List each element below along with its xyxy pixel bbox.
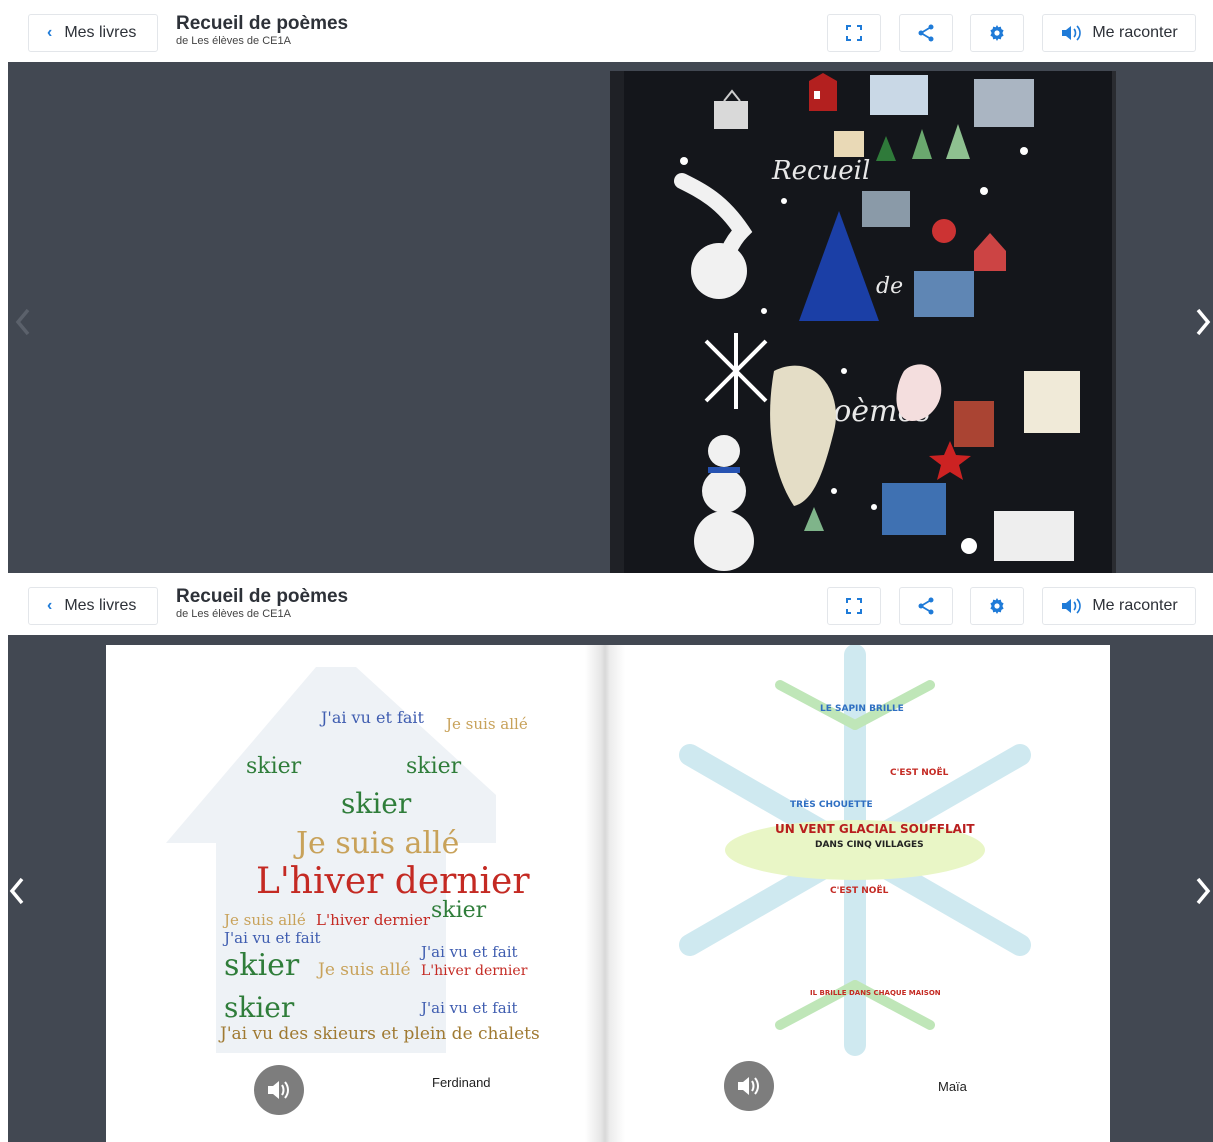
word-jai-vu: J'ai vu et fait (222, 929, 321, 947)
word-bottom-line: J'ai vu des skieurs et plein de chalets (218, 1024, 540, 1044)
cover-illustration: Recueil de poèmes (674, 73, 1080, 571)
book-title: Recueil de poèmes (176, 586, 349, 607)
prev-page-button[interactable] (2, 871, 32, 911)
cover-title-word-2: de (876, 274, 903, 299)
share-icon (918, 597, 934, 615)
phrase-maison: IL BRILLE DANS CHAQUE MAISON (810, 989, 941, 997)
next-page-button[interactable] (1188, 871, 1213, 911)
book-page-right: LE SAPIN BRILLE C'EST NOËL TRÈS CHOUETTE… (600, 645, 1110, 1142)
word-cloud-house: J'ai vu et fait Je suis allé skier skier… (166, 667, 540, 1053)
share-button[interactable] (899, 587, 953, 625)
speaker-icon (738, 1077, 759, 1095)
toolbar: ‹ Mes livres Recueil de poèmes de Les él… (0, 0, 1213, 62)
fullscreen-icon (846, 598, 862, 614)
svg-text:skier: skier (224, 948, 300, 983)
svg-text:skier: skier (341, 787, 412, 820)
back-to-library-button[interactable]: ‹ Mes livres (28, 587, 158, 625)
narrate-label: Me raconter (1092, 597, 1178, 614)
page-author-right: Maïa (938, 1079, 967, 1094)
chevron-right-icon (1196, 308, 1211, 336)
chevron-left-icon (9, 877, 24, 905)
svg-text:skier: skier (406, 754, 462, 779)
page-audio-button-left[interactable] (254, 1065, 304, 1115)
svg-text:L'hiver dernier: L'hiver dernier (421, 963, 528, 979)
page-audio-button-right[interactable] (724, 1061, 774, 1111)
settings-button[interactable] (970, 587, 1024, 625)
next-page-button[interactable] (1188, 302, 1213, 342)
chevron-left-icon: ‹ (47, 24, 53, 41)
book-title-block: Recueil de poèmes de Les élèves de CE1A (176, 586, 348, 621)
svg-text:J'ai vu et fait: J'ai vu et fait (419, 943, 518, 961)
book-author: de Les élèves de CE1A (176, 35, 291, 47)
fullscreen-button[interactable] (827, 587, 881, 625)
svg-text:Je suis allé: Je suis allé (222, 911, 306, 929)
chevron-left-icon: ‹ (47, 597, 53, 614)
svg-text:C'EST NOËL: C'EST NOËL (830, 885, 889, 896)
narrate-label: Me raconter (1092, 24, 1178, 41)
reader-screen-spread: ‹ Mes livres Recueil de poèmes de Les él… (0, 573, 1213, 1142)
phrase-noel: C'EST NOËL (890, 767, 949, 778)
word-cloud-snowflake: LE SAPIN BRILLE C'EST NOËL TRÈS CHOUETTE… (679, 645, 1031, 1056)
book-page-left: J'ai vu et fait Je suis allé skier skier… (106, 645, 600, 1142)
chevron-right-icon (1196, 877, 1211, 905)
svg-text:J'ai vu et fait: J'ai vu et fait (419, 999, 518, 1017)
back-to-library-button[interactable]: ‹ Mes livres (28, 14, 158, 52)
prev-page-button-disabled (8, 302, 38, 342)
gear-icon (990, 598, 1004, 614)
narrate-button[interactable]: Me raconter (1042, 14, 1196, 52)
reader-screen-cover: ‹ Mes livres Recueil de poèmes de Les él… (0, 0, 1213, 578)
speaker-icon (268, 1081, 289, 1099)
reader-stage: J'ai vu et fait Je suis allé skier skier… (8, 635, 1213, 1142)
svg-text:J'ai vu et fait: J'ai vu et fait (319, 708, 425, 727)
reader-stage: Recueil de poèmes (8, 62, 1213, 578)
book-title: Recueil de poèmes (176, 13, 349, 34)
svg-text:L'hiver dernier: L'hiver dernier (316, 911, 431, 929)
speaker-icon (1062, 25, 1082, 41)
svg-text:Je suis allé: Je suis allé (444, 715, 528, 733)
phrase-chouette: TRÈS CHOUETTE (790, 798, 873, 810)
book-title-block: Recueil de poèmes de Les élèves de CE1A (176, 13, 348, 48)
phrase-villages: DANS CINQ VILLAGES (815, 840, 924, 850)
share-button[interactable] (899, 14, 953, 52)
fullscreen-icon (846, 25, 862, 41)
book-gutter (585, 645, 625, 1142)
phrase-sapin: LE SAPIN BRILLE (820, 704, 904, 714)
book-cover[interactable]: Recueil de poèmes (610, 71, 1112, 576)
back-label: Mes livres (64, 24, 137, 41)
fullscreen-button[interactable] (827, 14, 881, 52)
share-icon (918, 24, 934, 42)
gear-icon (990, 25, 1004, 41)
book-author: de Les élèves de CE1A (176, 608, 291, 620)
word-hiver-dernier: L'hiver dernier (256, 861, 530, 902)
svg-text:skier: skier (224, 991, 295, 1024)
settings-button[interactable] (970, 14, 1024, 52)
phrase-vent: UN VENT GLACIAL SOUFFLAIT (775, 822, 975, 836)
page-author-left: Ferdinand (432, 1075, 491, 1090)
cover-title-word-1: Recueil (771, 156, 870, 186)
toolbar: ‹ Mes livres Recueil de poèmes de Les él… (0, 573, 1213, 635)
svg-text:skier: skier (431, 898, 487, 923)
chevron-left-icon (15, 308, 30, 336)
svg-text:Je suis allé: Je suis allé (316, 960, 411, 980)
word-je-suis-alle: Je suis allé (293, 826, 459, 861)
back-label: Mes livres (64, 597, 137, 614)
speaker-icon (1062, 598, 1082, 614)
narrate-button[interactable]: Me raconter (1042, 587, 1196, 625)
word-skier: skier (246, 754, 302, 779)
